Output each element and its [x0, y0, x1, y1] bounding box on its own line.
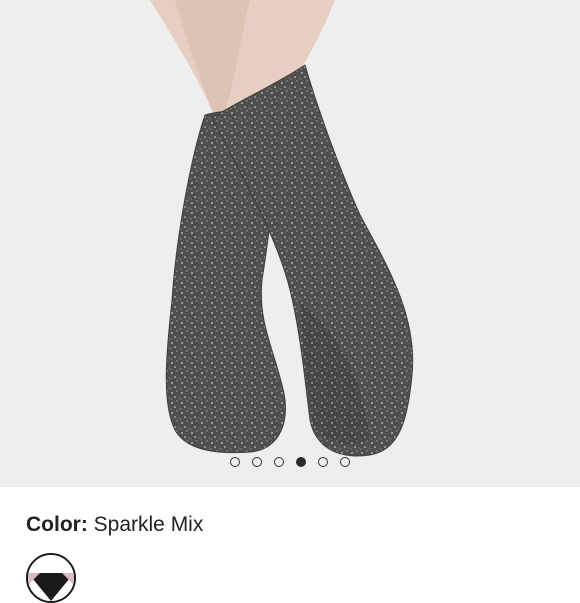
product-image: [150, 0, 414, 457]
product-image-gallery[interactable]: [0, 0, 580, 487]
swatch-pattern-icon: [28, 555, 74, 601]
carousel-dot[interactable]: [274, 457, 284, 467]
carousel-dot[interactable]: [340, 457, 350, 467]
carousel-dot[interactable]: [318, 457, 328, 467]
color-selection: Color: Sparkle Mix: [26, 513, 203, 537]
carousel-dot[interactable]: [230, 457, 240, 467]
color-value: Sparkle Mix: [93, 513, 204, 536]
color-label: Color:: [26, 513, 94, 536]
carousel-dot-active[interactable]: [296, 457, 306, 467]
color-swatch-sparkle-mix[interactable]: [26, 553, 76, 603]
carousel-dot[interactable]: [252, 457, 262, 467]
carousel-dots: [0, 457, 580, 467]
